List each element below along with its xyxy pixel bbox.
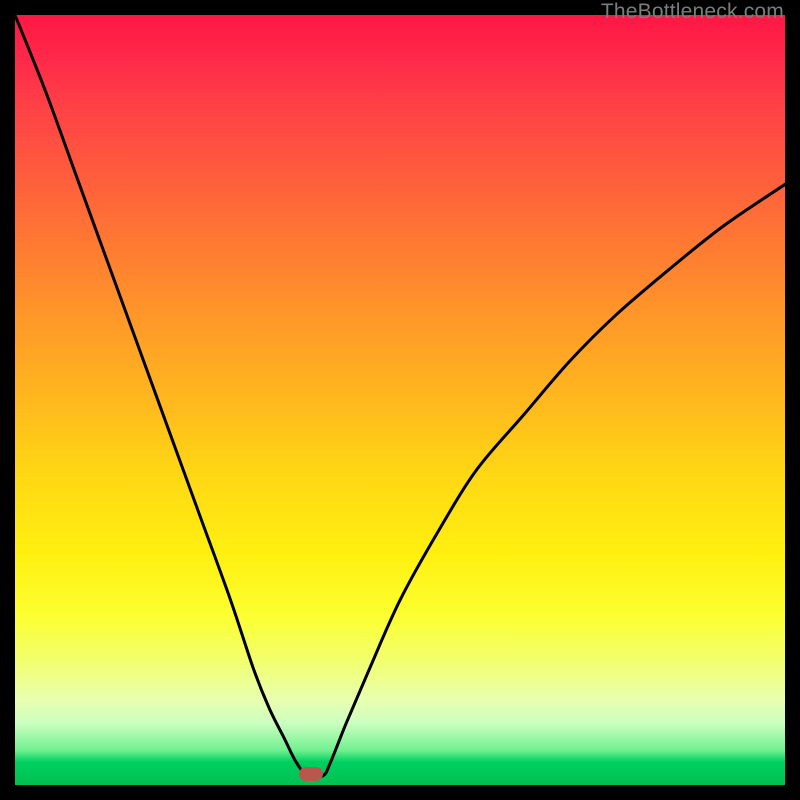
watermark-text: TheBottleneck.com xyxy=(601,0,784,24)
chart-frame: TheBottleneck.com xyxy=(0,0,800,800)
optimum-marker xyxy=(299,767,323,781)
bottleneck-curve xyxy=(15,15,785,785)
plot-area xyxy=(15,15,785,785)
